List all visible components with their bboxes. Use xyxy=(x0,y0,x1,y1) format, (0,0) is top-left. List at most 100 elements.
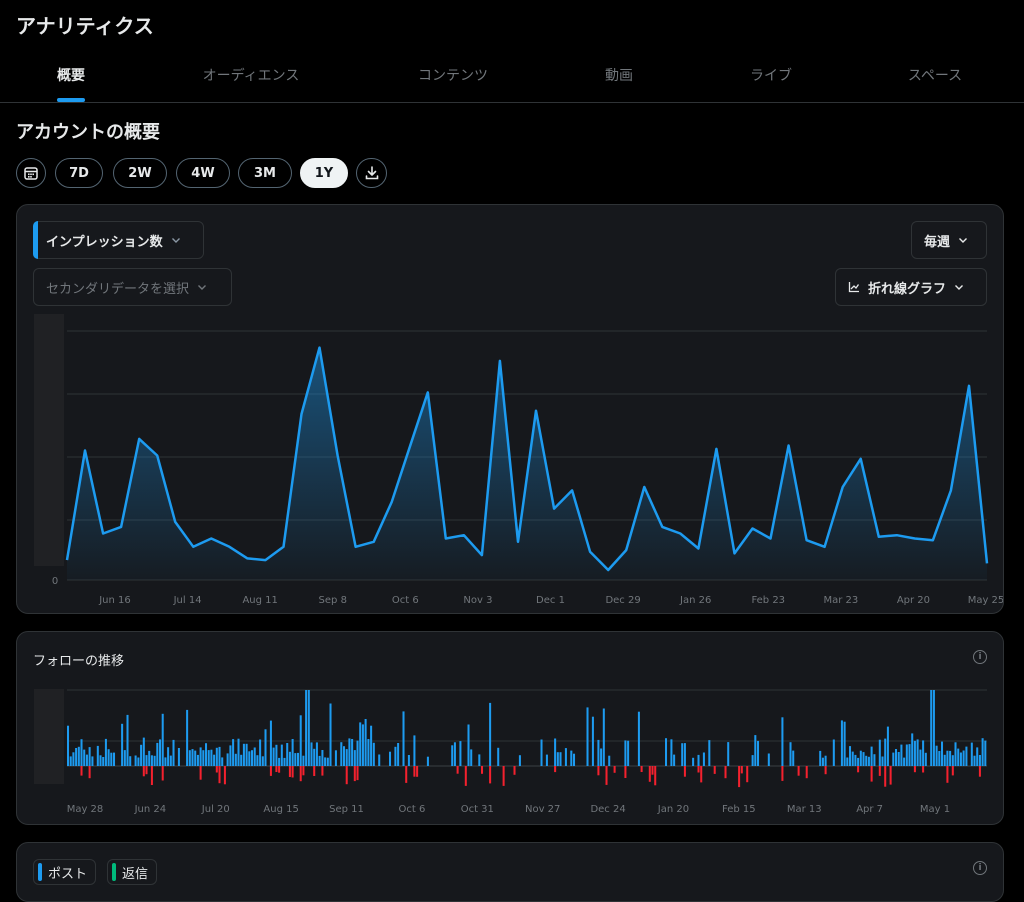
follow-bar xyxy=(781,717,784,766)
secondary-metric-dropdown[interactable]: セカンダリデータを選択 xyxy=(33,268,232,306)
follow-bar xyxy=(916,739,919,766)
info-icon[interactable]: i xyxy=(973,861,987,875)
tab-label: 概要 xyxy=(57,68,85,84)
follow-bar xyxy=(932,690,935,766)
follow-bar xyxy=(978,755,981,766)
range-3m-button[interactable]: 3M xyxy=(238,158,292,188)
unfollow-bar xyxy=(740,766,743,774)
unfollow-bar xyxy=(88,766,91,779)
follow-bar xyxy=(389,751,392,766)
tab-live[interactable]: ライブ xyxy=(750,52,792,102)
unfollow-bar xyxy=(805,766,808,779)
unfollow-bar xyxy=(356,766,359,781)
follow-bar xyxy=(102,757,105,766)
follow-bar xyxy=(324,757,327,766)
x-tick-label: Jul 14 xyxy=(173,595,202,606)
follow-bar xyxy=(478,754,481,766)
range-4w-button[interactable]: 4W xyxy=(176,158,230,188)
follow-bar xyxy=(854,754,857,766)
follow-bar xyxy=(886,726,889,766)
follow-bar xyxy=(881,756,884,766)
follow-bar xyxy=(973,755,976,766)
download-icon xyxy=(365,166,378,180)
unfollow-bar xyxy=(878,766,881,776)
follow-bar xyxy=(540,739,543,766)
follow-bar xyxy=(459,741,462,766)
y-tick-label: 0 xyxy=(52,576,58,587)
follow-bar xyxy=(302,755,305,766)
follow-bar xyxy=(851,751,854,766)
tab-content[interactable]: コンテンツ xyxy=(418,52,488,102)
follow-bar xyxy=(232,739,235,766)
follow-bar xyxy=(370,725,373,766)
follow-bar xyxy=(153,755,156,766)
chart-type-dropdown[interactable]: 折れ線グラフ xyxy=(835,268,987,306)
unfollow-bar xyxy=(299,766,302,782)
unfollow-bar xyxy=(215,766,218,773)
unfollow-bar xyxy=(889,766,892,785)
unfollow-bar xyxy=(624,766,627,778)
unfollow-bar xyxy=(554,766,557,773)
follow-bar xyxy=(965,746,968,766)
unfollow-bar xyxy=(913,766,916,773)
follow-bar xyxy=(935,745,938,766)
x-tick-label: Feb 15 xyxy=(722,804,756,815)
unfollow-bar xyxy=(321,766,324,776)
follow-bar xyxy=(348,738,351,766)
interval-dropdown[interactable]: 毎週 xyxy=(911,221,987,259)
unfollow-bar xyxy=(199,766,202,780)
follow-bar xyxy=(792,750,795,766)
unfollow-bar xyxy=(978,766,981,777)
range-7d-button[interactable]: 7D xyxy=(55,158,103,188)
calendar-button[interactable] xyxy=(16,158,46,188)
range-1y-button[interactable]: 1Y xyxy=(300,158,348,188)
tab-label: 動画 xyxy=(605,68,633,84)
follow-bar xyxy=(91,756,94,766)
tab-spaces[interactable]: スペース xyxy=(908,52,962,102)
follow-bar xyxy=(199,747,202,766)
tab-audience[interactable]: オーディエンス xyxy=(203,52,300,102)
unfollow-bar xyxy=(80,766,83,776)
info-icon[interactable]: i xyxy=(973,650,987,664)
interval-label: 毎週 xyxy=(924,234,951,250)
follow-bar xyxy=(280,744,283,766)
unfollow-bar xyxy=(278,766,281,773)
follow-bar xyxy=(177,748,180,766)
follow-bar xyxy=(121,723,124,766)
x-tick-label: Aug 11 xyxy=(242,595,277,606)
follow-bar xyxy=(911,733,914,766)
legend-replies[interactable]: 返信 xyxy=(107,859,158,885)
unfollow-bar xyxy=(481,766,484,774)
tab-label: コンテンツ xyxy=(418,68,488,84)
follow-bar xyxy=(340,742,343,766)
legend-replies-label: 返信 xyxy=(122,866,149,882)
follow-bar xyxy=(240,754,243,766)
follow-bar xyxy=(554,738,557,766)
tab-video[interactable]: 動画 xyxy=(605,52,633,102)
follow-bar xyxy=(981,738,984,766)
follow-bar xyxy=(938,751,941,766)
primary-metric-dropdown[interactable]: インプレッション数 xyxy=(33,221,204,259)
unfollow-bar xyxy=(416,766,419,777)
follow-bar xyxy=(600,748,603,766)
follow-bar xyxy=(867,756,870,766)
follow-bar xyxy=(751,755,754,766)
unfollow-bar xyxy=(223,766,226,785)
follow-trend-card: フォローの推移 i May 28 Jun 24 Jul 20 Aug 15 Sep 11… xyxy=(16,631,1004,825)
follow-bar xyxy=(564,748,567,766)
follow-bar xyxy=(924,752,927,766)
download-button[interactable] xyxy=(356,158,387,188)
tab-overview[interactable]: 概要 xyxy=(57,52,85,102)
follow-bar xyxy=(140,744,143,766)
legend-posts[interactable]: ポスト xyxy=(33,859,97,885)
follow-bar xyxy=(123,750,126,766)
follow-bar xyxy=(253,747,256,766)
follow-bar xyxy=(194,750,197,766)
follow-bar xyxy=(67,725,70,766)
follow-bar xyxy=(840,720,843,766)
unfollow-bar xyxy=(700,766,703,783)
range-2w-button[interactable]: 2W xyxy=(113,158,167,188)
x-tick-label: Apr 20 xyxy=(897,595,930,606)
follow-bar xyxy=(343,746,346,766)
follow-bar xyxy=(865,755,868,766)
